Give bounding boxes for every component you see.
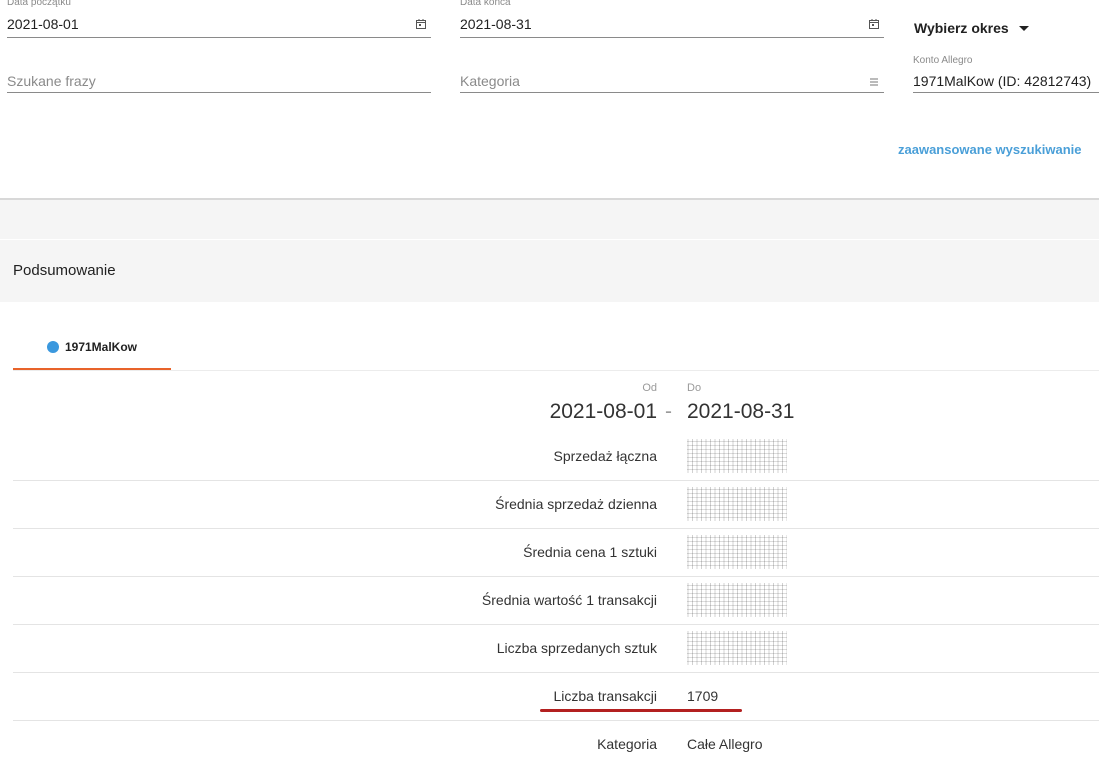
- row-label: Liczba transakcji: [553, 688, 658, 704]
- choose-period-label: Wybierz okres: [914, 20, 1009, 36]
- allegro-account-value: 1971MalKow (ID: 42812743): [913, 73, 1092, 89]
- row-label: Średnia sprzedaż dzienna: [495, 496, 657, 512]
- choose-period-button[interactable]: Wybierz okres: [914, 18, 1029, 38]
- tab-account[interactable]: 1971MalKow: [13, 326, 171, 370]
- caret-down-icon: [1018, 25, 1029, 31]
- calendar-icon[interactable]: [415, 18, 427, 30]
- redacted-value: [687, 631, 787, 665]
- date-range-separator: -: [665, 400, 672, 423]
- summary-row-avg-daily-sales: Średnia sprzedaż dzienna: [13, 481, 1099, 529]
- category-placeholder: Kategoria: [460, 73, 520, 89]
- account-dot-icon: [46, 341, 59, 353]
- list-icon[interactable]: [868, 76, 880, 88]
- search-phrases-input[interactable]: Szukane frazy: [7, 55, 431, 93]
- redacted-value: [687, 583, 787, 617]
- row-value: 1709: [687, 688, 719, 704]
- redacted-value: [687, 535, 787, 569]
- tab-account-label: 1971MalKow: [64, 340, 138, 354]
- summary-header: Podsumowanie: [0, 240, 1099, 302]
- allegro-account-select[interactable]: Konto Allegro 1971MalKow (ID: 42812743): [913, 55, 1099, 93]
- redacted-value: [687, 439, 787, 473]
- to-header-label: Do: [687, 382, 702, 394]
- category-select[interactable]: Kategoria: [460, 55, 884, 93]
- from-header-label: Od: [642, 382, 657, 394]
- summary-row-category: Kategoria Całe Allegro: [13, 721, 1099, 768]
- start-date-value: 2021-08-01: [7, 16, 79, 32]
- summary-row-avg-unit-price: Średnia cena 1 sztuki: [13, 529, 1099, 577]
- start-date-label: Data początku: [7, 0, 71, 8]
- row-label: Kategoria: [597, 736, 657, 752]
- separator-band: [0, 198, 1099, 239]
- summary-title: Podsumowanie: [13, 262, 116, 279]
- advanced-search-link[interactable]: zaawansowane wyszukiwanie: [898, 142, 1082, 157]
- search-phrases-placeholder: Szukane frazy: [7, 73, 96, 89]
- summary-row-avg-transaction-value: Średnia wartość 1 transakcji: [13, 577, 1099, 625]
- row-label: Średnia wartość 1 transakcji: [481, 592, 657, 608]
- row-label: Sprzedaż łączna: [553, 448, 657, 464]
- calendar-icon[interactable]: [868, 18, 880, 30]
- summary-row-units-sold: Liczba sprzedanych sztuk: [13, 625, 1099, 673]
- summary-date-from: 2021-08-01: [549, 400, 657, 423]
- end-date-field[interactable]: Data końca 2021-08-31: [460, 0, 884, 38]
- end-date-label: Data końca: [460, 0, 511, 8]
- summary-row-transactions: Liczba transakcji 1709: [13, 673, 1099, 721]
- allegro-account-label: Konto Allegro: [913, 55, 973, 66]
- summary-row-total-sales: Sprzedaż łączna: [13, 433, 1099, 481]
- summary-date-to: 2021-08-31: [687, 400, 795, 423]
- row-label: Liczba sprzedanych sztuk: [496, 640, 657, 656]
- row-label: Średnia cena 1 sztuki: [523, 544, 657, 560]
- end-date-value: 2021-08-31: [460, 16, 532, 32]
- redacted-value: [687, 487, 787, 521]
- highlight-underline: [540, 709, 742, 712]
- row-value: Całe Allegro: [687, 736, 763, 752]
- tabs-divider: [13, 370, 1099, 371]
- start-date-field[interactable]: Data początku 2021-08-01: [7, 0, 431, 38]
